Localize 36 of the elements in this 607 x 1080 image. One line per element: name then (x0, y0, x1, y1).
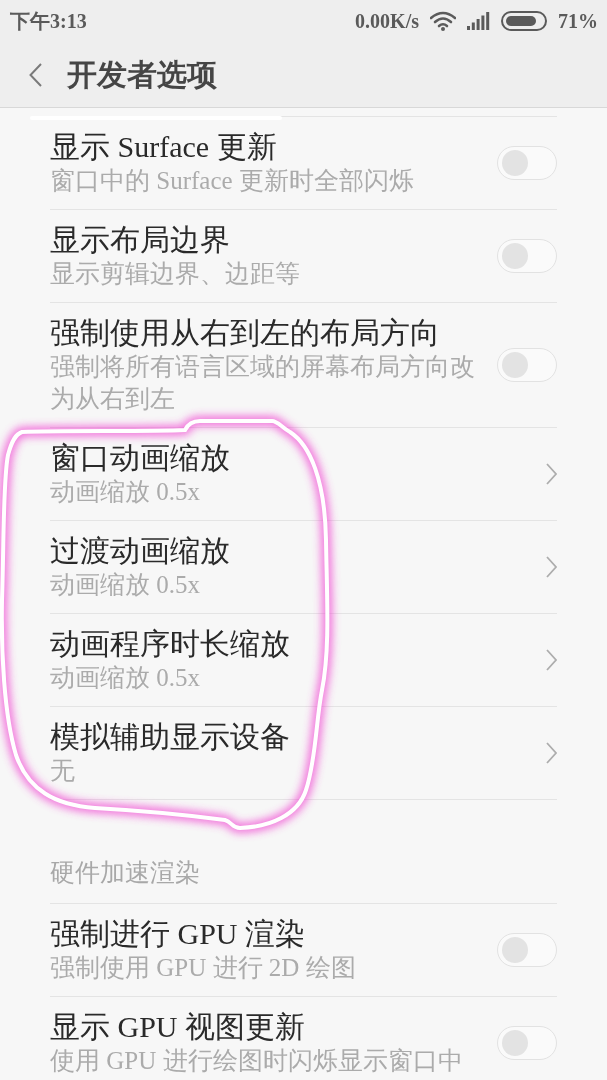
signal-icon (467, 12, 490, 30)
toggle-switch[interactable] (497, 1026, 557, 1060)
toggle-switch[interactable] (497, 146, 557, 180)
toggle-switch[interactable] (497, 239, 557, 273)
setting-title: 显示布局边界 (50, 222, 231, 258)
chevron-right-icon[interactable] (546, 649, 557, 671)
section-header: 硬件加速渲染 (50, 858, 201, 888)
battery-percent: 71% (558, 9, 598, 33)
setting-title: 显示 GPU 视图更新 (50, 1009, 306, 1045)
setting-description: 显示剪辑边界、边距等 (50, 259, 301, 289)
page-title: 开发者选项 (67, 56, 217, 93)
chevron-right-icon[interactable] (546, 742, 557, 764)
setting-title: 强制进行 GPU 渲染 (50, 916, 306, 952)
setting-description: 窗口中的 Surface 更新时全部闪烁 (50, 166, 415, 196)
setting-description: 使用 GPU 进行绘图时闪烁显示窗口中 (50, 1046, 464, 1076)
setting-title: 过渡动画缩放 (50, 533, 231, 569)
battery-icon (501, 11, 547, 31)
network-speed: 0.00K/s (355, 9, 419, 33)
setting-title: 显示 Surface 更新 (50, 129, 278, 165)
toggle-switch[interactable] (497, 933, 557, 967)
chevron-right-icon[interactable] (546, 463, 557, 485)
setting-title: 窗口动画缩放 (50, 440, 231, 476)
setting-value: 动画缩放 0.5x (50, 477, 201, 507)
status-time: 下午3:13 (10, 9, 87, 33)
setting-value: 动画缩放 0.5x (50, 663, 201, 693)
setting-value: 无 (50, 756, 76, 786)
wifi-icon (430, 11, 456, 31)
setting-title: 动画程序时长缩放 (50, 626, 291, 662)
toggle-switch[interactable] (497, 348, 557, 382)
back-icon[interactable] (29, 62, 42, 87)
setting-title: 强制使用从右到左的布局方向 (50, 315, 441, 351)
chevron-right-icon[interactable] (546, 556, 557, 578)
setting-title: 模拟辅助显示设备 (50, 719, 291, 755)
setting-description: 强制将所有语言区域的屏幕布局方向改为从右到左 (50, 352, 476, 414)
setting-description: 强制使用 GPU 进行 2D 绘图 (50, 953, 357, 983)
setting-value: 动画缩放 0.5x (50, 570, 201, 600)
